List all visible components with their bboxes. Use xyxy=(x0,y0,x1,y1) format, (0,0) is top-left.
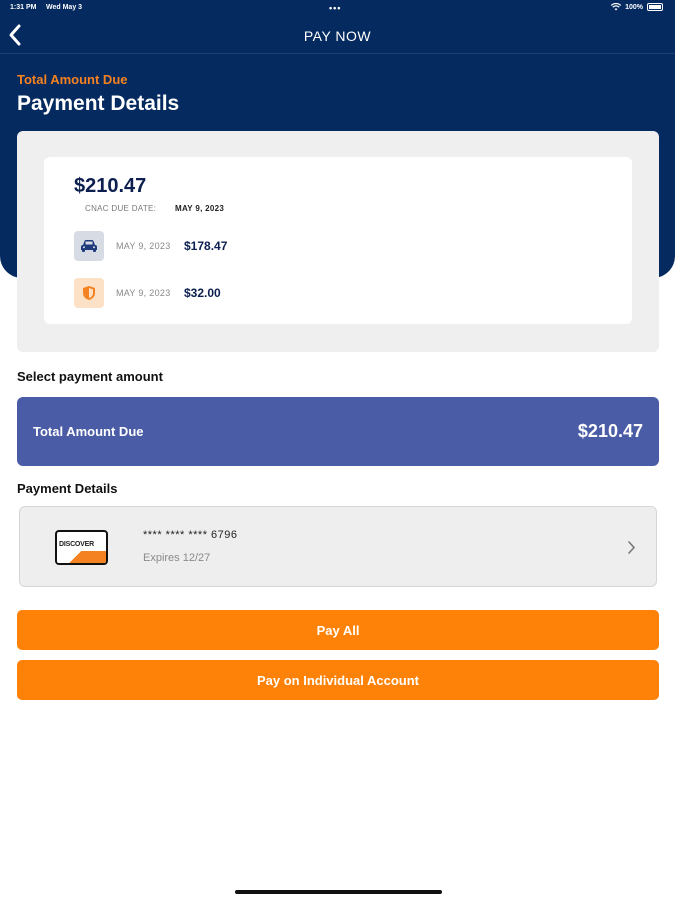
card-brand: DISCOVER xyxy=(59,541,94,548)
summary-inner-card: $210.47 CNAC DUE DATE: MAY 9, 2023 MAY 9… xyxy=(44,157,632,324)
payment-card-row[interactable]: DISCOVER **** **** **** 6796 Expires 12/… xyxy=(19,506,657,587)
status-bar: 1:31 PM Wed May 3 ••• 100% xyxy=(0,0,675,16)
option-value: $210.47 xyxy=(577,421,643,441)
card-expiry: Expires 12/27 xyxy=(143,552,211,564)
discover-card-icon: DISCOVER xyxy=(55,530,108,565)
option-label: Total Amount Due xyxy=(33,424,144,439)
status-date: Wed May 3 xyxy=(46,4,83,11)
wifi-icon xyxy=(611,3,622,11)
status-time: 1:31 PM xyxy=(10,4,37,11)
car-icon xyxy=(74,231,104,261)
account-date: MAY 9, 2023 xyxy=(116,241,171,251)
page-title: Payment Details xyxy=(17,92,180,115)
header-kicker: Total Amount Due xyxy=(17,72,128,87)
account-amount: $178.47 xyxy=(184,239,228,253)
chevron-right-icon xyxy=(628,541,636,554)
account-row-protection[interactable]: MAY 9, 2023 $32.00 xyxy=(74,278,474,308)
payment-details-label: Payment Details xyxy=(17,481,118,496)
home-indicator[interactable] xyxy=(235,890,442,894)
pay-individual-account-button[interactable]: Pay on Individual Account xyxy=(17,660,659,700)
battery-percent: 100% xyxy=(625,3,643,11)
select-amount-label: Select payment amount xyxy=(17,369,163,384)
shield-icon xyxy=(74,278,104,308)
due-date-label: CNAC DUE DATE: xyxy=(85,204,157,213)
multitask-dots-icon[interactable]: ••• xyxy=(329,3,341,13)
summary-card: $210.47 CNAC DUE DATE: MAY 9, 2023 MAY 9… xyxy=(17,131,659,352)
due-date-value: MAY 9, 2023 xyxy=(175,204,225,213)
card-number: **** **** **** 6796 xyxy=(143,529,238,541)
battery-icon xyxy=(647,3,663,11)
account-amount: $32.00 xyxy=(184,286,221,300)
nav-bar: PAY NOW xyxy=(0,16,675,54)
account-row-auto[interactable]: MAY 9, 2023 $178.47 xyxy=(74,231,474,261)
total-amount-option[interactable]: Total Amount Due $210.47 xyxy=(17,397,659,466)
nav-title: PAY NOW xyxy=(303,28,372,44)
pay-all-button[interactable]: Pay All xyxy=(17,610,659,650)
status-right: 100% xyxy=(611,3,663,11)
account-date: MAY 9, 2023 xyxy=(116,288,171,298)
total-amount: $210.47 xyxy=(74,175,147,197)
